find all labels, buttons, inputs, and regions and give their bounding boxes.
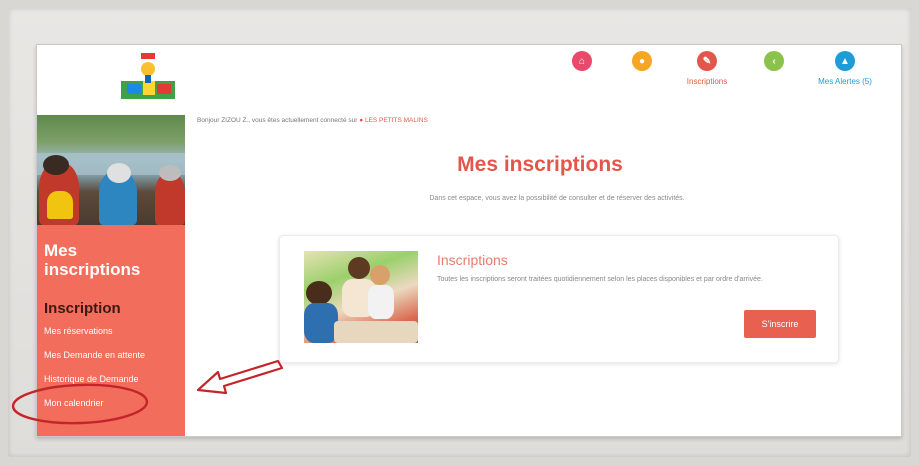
inscriptions-card: Inscriptions Toutes les inscriptions ser…	[279, 235, 839, 363]
nav-item-inscriptions[interactable]: ✎ Inscriptions	[672, 51, 742, 86]
nav-item-back[interactable]: ‹	[739, 51, 809, 77]
sidebar-link-calendar[interactable]: Mon calendrier	[44, 398, 104, 408]
signup-button[interactable]: S'inscrire	[744, 310, 816, 338]
pencil-icon[interactable]: ✎	[697, 51, 717, 71]
sidebar-link-pending[interactable]: Mes Demande en attente	[44, 350, 145, 360]
sidebar-link-history[interactable]: Historique de Demande	[44, 374, 139, 384]
top-navigation: ⌂ ● ✎ Inscriptions ‹ ▲ Mes Alertes (5)	[527, 51, 901, 91]
sidebar-title: Mes inscriptions	[44, 241, 141, 279]
nav-label-inscriptions[interactable]: Inscriptions	[672, 77, 742, 86]
card-photo	[304, 251, 418, 343]
card-title: Inscriptions	[437, 252, 508, 268]
greeting-text: Bonjour ZIZOU Z., vous êtes actuellement…	[197, 117, 358, 124]
card-text: Toutes les inscriptions seront traitées …	[437, 276, 763, 283]
page-subtitle: Dans cet espace, vous avez la possibilit…	[429, 195, 685, 202]
chevron-left-icon[interactable]: ‹	[764, 51, 784, 71]
nav-item-alerts[interactable]: ▲ Mes Alertes (5)	[810, 51, 880, 86]
alert-icon[interactable]: ▲	[835, 51, 855, 71]
sidebar-heading: Inscription	[44, 300, 121, 317]
page-title: Mes inscriptions	[457, 153, 623, 176]
site-name[interactable]: LES PETITS MALINS	[365, 117, 428, 124]
logo[interactable]	[119, 51, 177, 103]
site-link[interactable]: ● LES PETITS MALINS	[359, 117, 428, 124]
nav-item-drop[interactable]: ●	[607, 51, 677, 77]
sidebar-link-reservations[interactable]: Mes réservations	[44, 326, 113, 336]
browser-screen: ⌂ ● ✎ Inscriptions ‹ ▲ Mes Alertes (5) M…	[36, 44, 902, 437]
greeting: Bonjour ZIZOU Z., vous êtes actuellement…	[197, 117, 428, 124]
home-icon[interactable]: ⌂	[572, 51, 592, 71]
sidebar: Mes inscriptions Inscription Mes réserva…	[37, 225, 185, 436]
drop-icon[interactable]: ●	[632, 51, 652, 71]
nav-label-alerts[interactable]: Mes Alertes (5)	[810, 77, 880, 86]
